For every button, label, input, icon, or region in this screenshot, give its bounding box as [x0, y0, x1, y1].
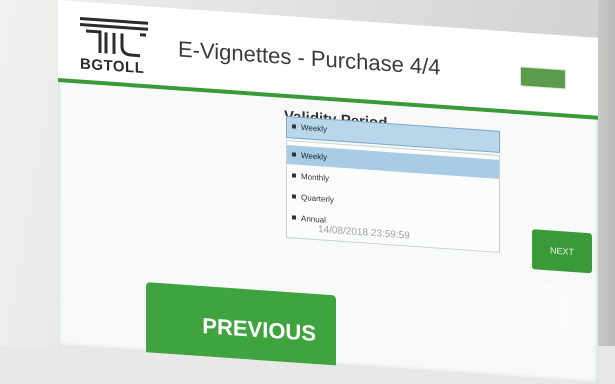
bgtoll-logo: BGTOLL [76, 13, 156, 79]
previous-button[interactable]: PREVIOUS [146, 282, 336, 376]
next-button[interactable]: NEXT [532, 229, 592, 274]
page-title: E-Vignettes - Purchase 4/4 [178, 36, 441, 80]
kiosk-screen: BGTOLL E-Vignettes - Purchase 4/4 Validi… [58, 0, 598, 384]
square-bullet-icon [292, 173, 296, 179]
option-label: Quarterly [301, 192, 334, 205]
brand-name: BGTOLL [80, 55, 145, 78]
square-bullet-icon [292, 215, 296, 221]
option-label: Weekly [301, 150, 328, 162]
square-bullet-icon [292, 152, 296, 158]
selected-value: Weekly [301, 122, 328, 134]
option-label: Monthly [301, 171, 330, 183]
caduceus-icon [537, 282, 589, 338]
option-label: Annual [301, 213, 326, 225]
square-bullet-icon [292, 124, 296, 130]
square-bullet-icon [292, 194, 296, 200]
header-action-button[interactable] [520, 66, 566, 90]
bgtoll-logo-icon [80, 17, 148, 58]
kiosk-frame-edge [598, 0, 615, 346]
